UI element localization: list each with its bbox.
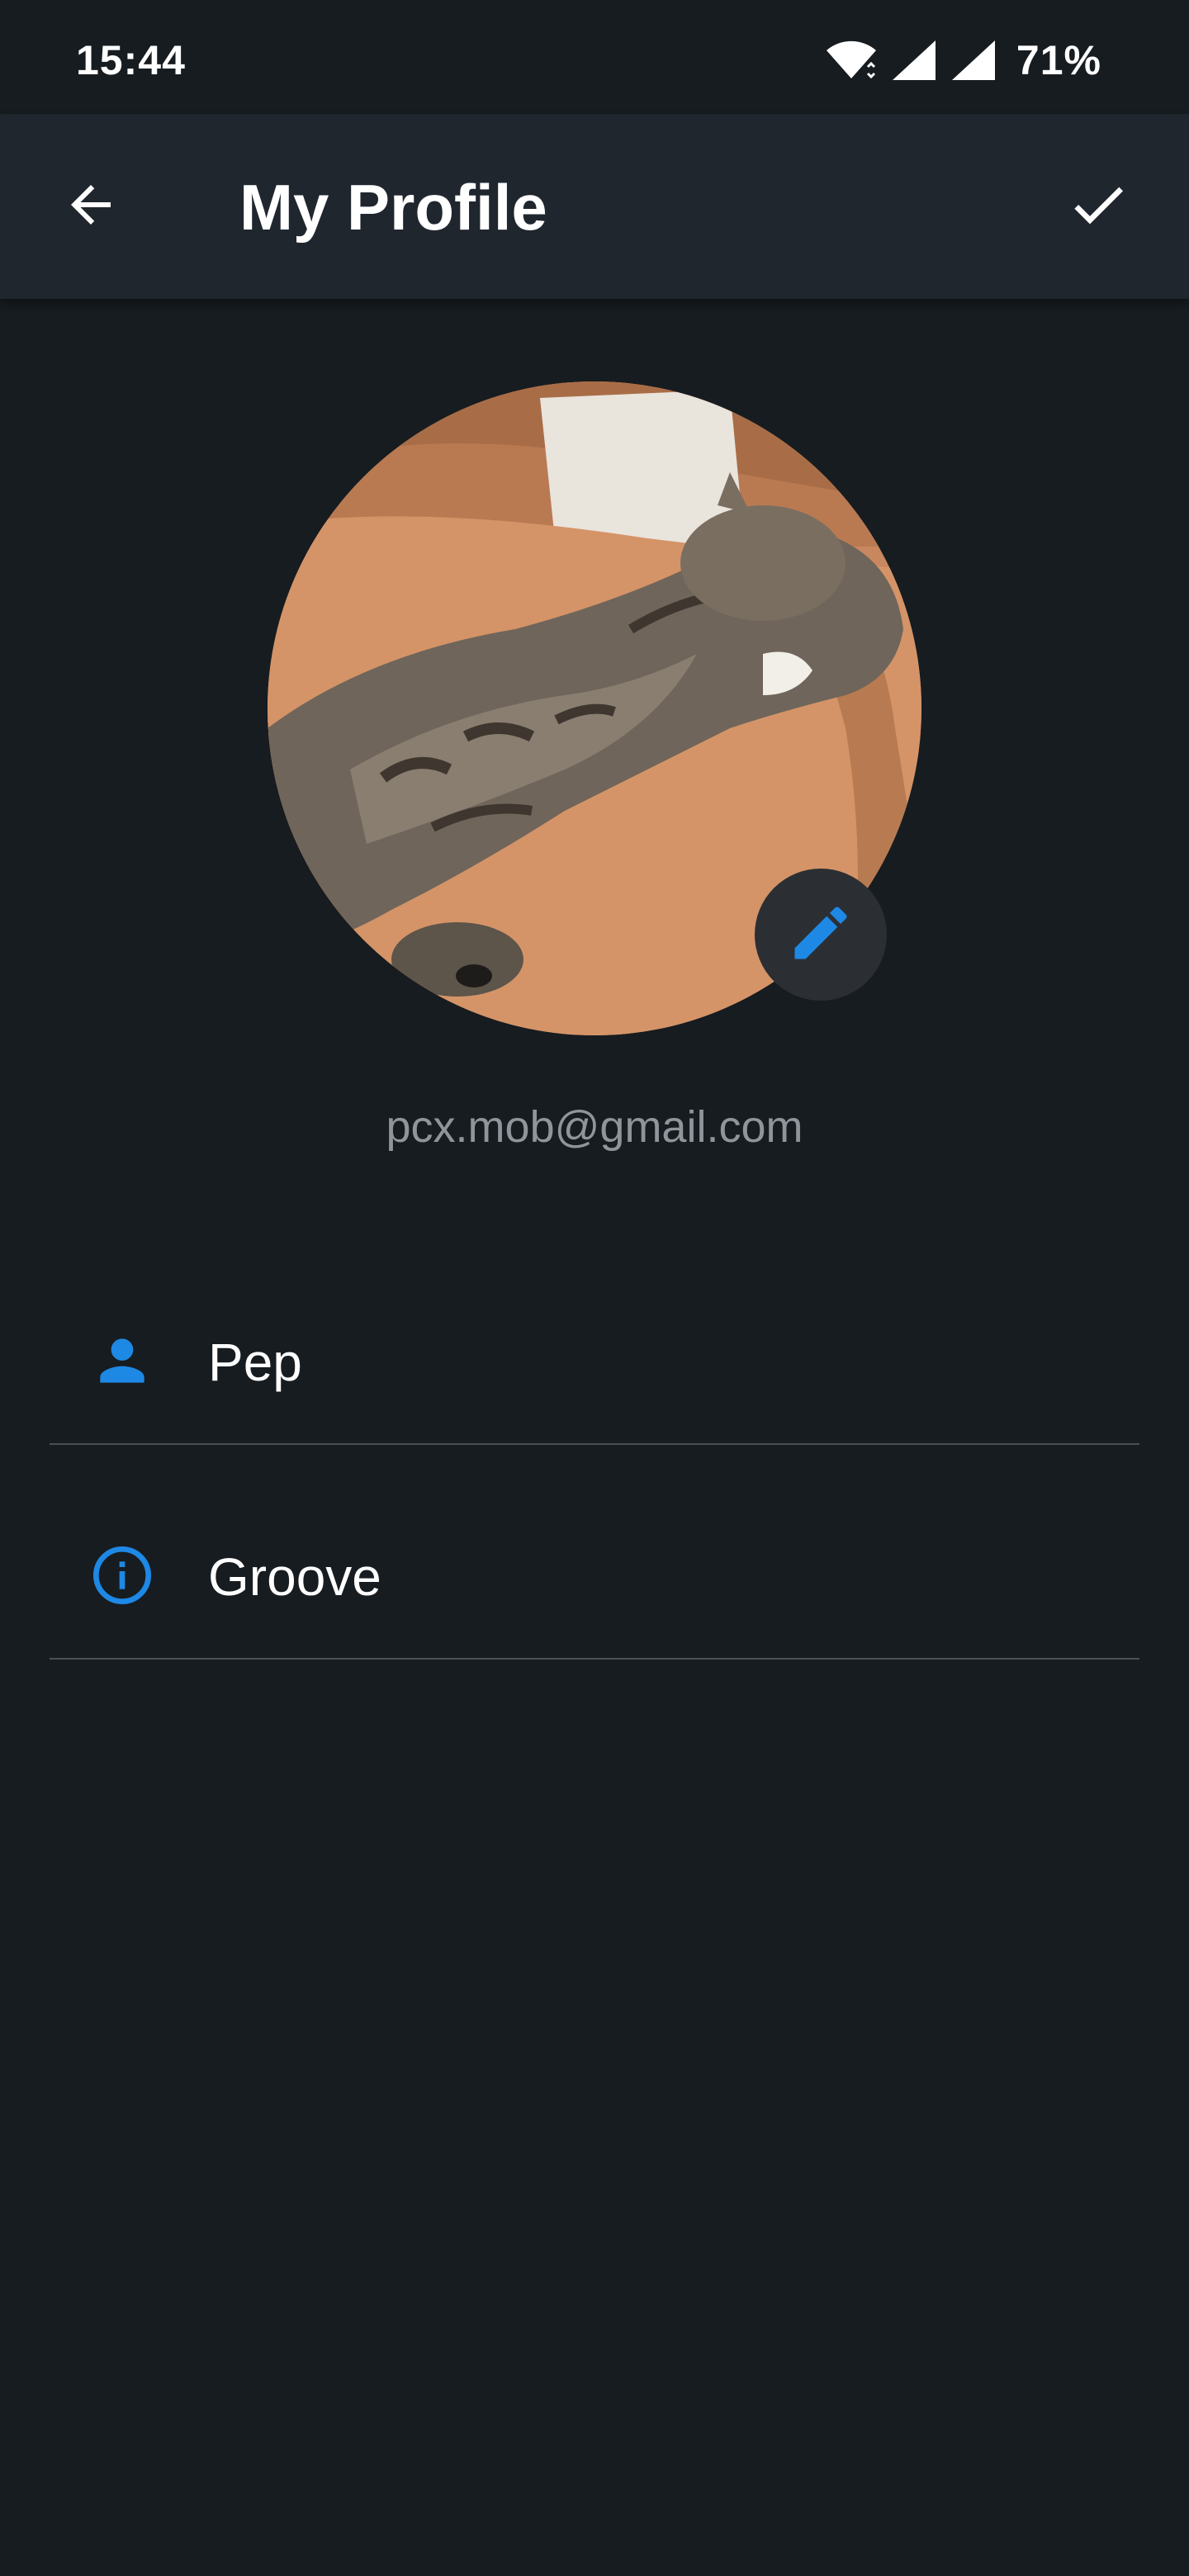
arrow-left-icon — [61, 175, 121, 239]
status-time: 15:44 — [76, 37, 186, 83]
signal-icon — [889, 39, 937, 82]
save-button[interactable] — [1057, 165, 1139, 248]
about-field[interactable]: Groove — [50, 1494, 1139, 1660]
name-value: Pep — [208, 1333, 302, 1392]
name-field[interactable]: Pep — [50, 1280, 1139, 1445]
signal-icon — [949, 39, 997, 82]
page-title: My Profile — [239, 171, 547, 244]
info-icon — [89, 1542, 155, 1608]
check-icon — [1065, 172, 1131, 242]
person-icon — [89, 1328, 155, 1394]
about-value: Groove — [208, 1547, 381, 1607]
battery-percentage: 71% — [1016, 37, 1101, 83]
pencil-icon — [786, 898, 855, 972]
toolbar: My Profile — [0, 114, 1189, 299]
account-email: pcx.mob@gmail.com — [386, 1102, 803, 1152]
back-button[interactable] — [50, 165, 132, 248]
status-icons: 71% — [825, 36, 1101, 84]
profile-screen: 15:44 71% My Profile pcx.mob@gmail.com P… — [0, 0, 1189, 2576]
wifi-icon — [825, 39, 878, 82]
status-bar: 15:44 71% — [0, 0, 1189, 114]
edit-avatar-button[interactable] — [755, 869, 887, 1001]
